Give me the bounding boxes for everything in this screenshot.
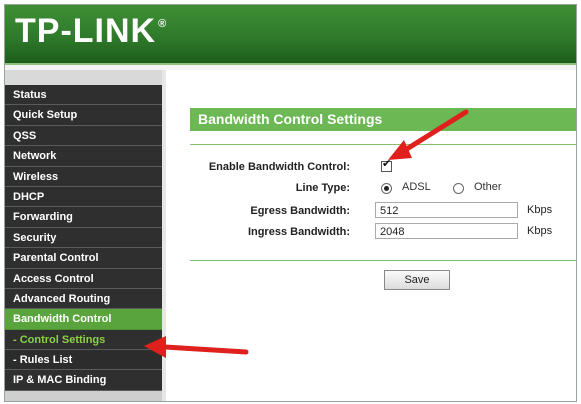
arrow-menu-head [144, 336, 166, 358]
red-arrow-icon [144, 109, 469, 358]
arrow-checkbox-line [399, 109, 469, 155]
arrow-checkbox-head [388, 140, 412, 160]
arrow-menu-line [162, 344, 249, 355]
